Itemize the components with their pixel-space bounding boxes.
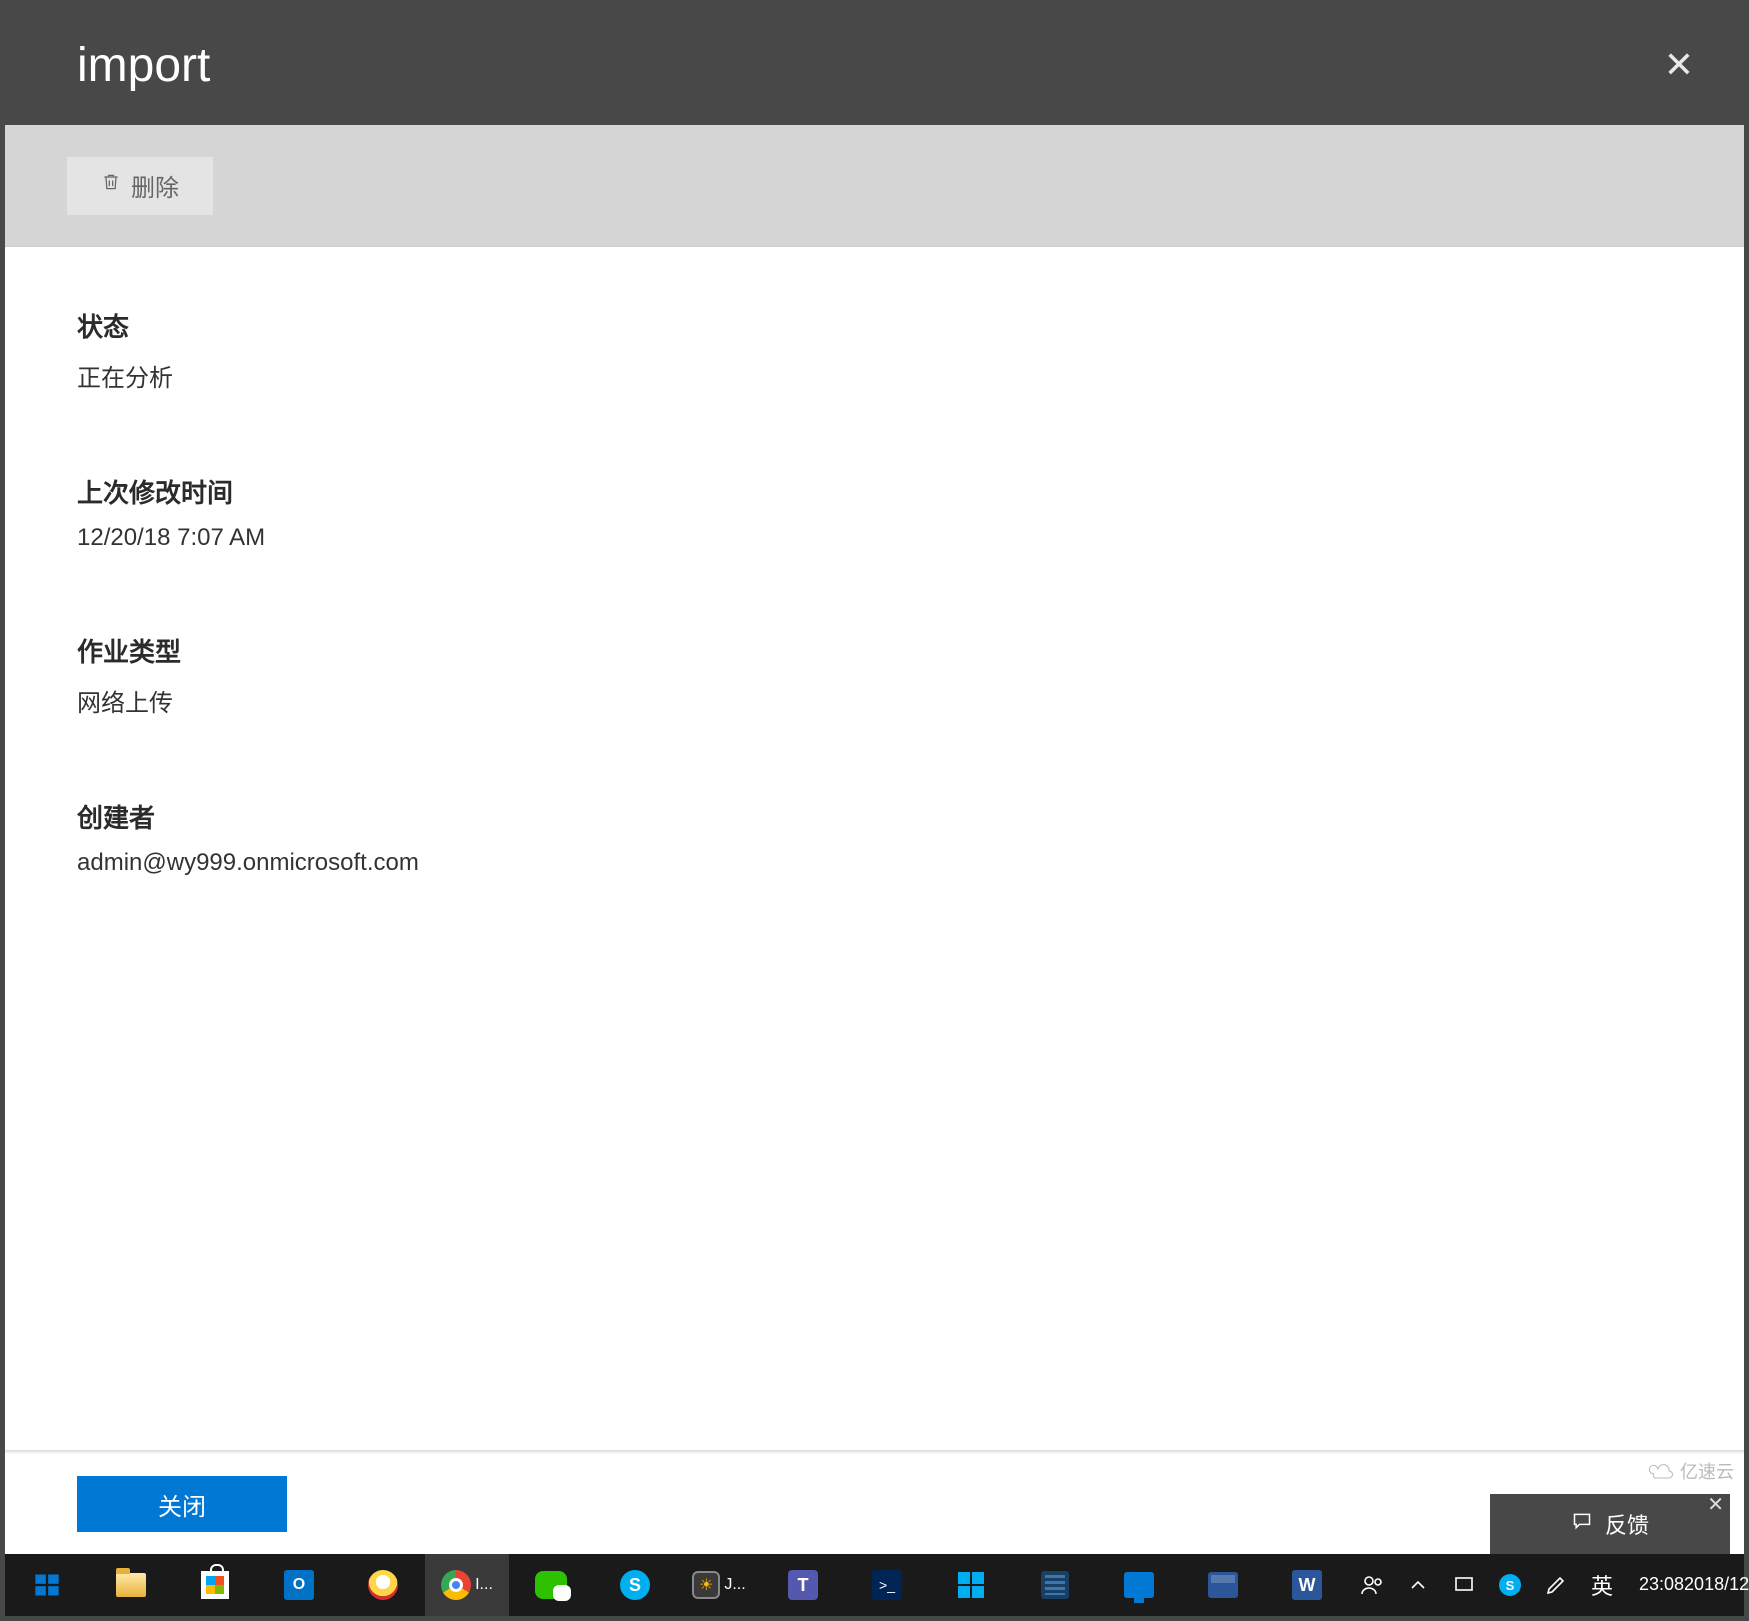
chat-icon — [1571, 1511, 1593, 1537]
field-status-value: 正在分析 — [77, 358, 1672, 393]
teams-icon: T — [788, 1570, 818, 1600]
field-jobtype-value: 网络上传 — [77, 683, 1672, 718]
trash-icon — [101, 170, 121, 201]
taskbar-app-settings[interactable] — [929, 1554, 1013, 1616]
taskbar-app-hyperv[interactable] — [1181, 1554, 1265, 1616]
taskbar-app-teams[interactable]: T — [761, 1554, 845, 1616]
people-icon[interactable] — [1349, 1554, 1395, 1616]
watermark: 亿速云 — [1648, 1458, 1734, 1484]
field-jobtype: 作业类型 网络上传 — [77, 632, 1672, 718]
taskbar-app-wechat[interactable] — [509, 1554, 593, 1616]
field-status: 状态 正在分析 — [77, 307, 1672, 393]
field-jobtype-label: 作业类型 — [77, 632, 1672, 669]
tray-overflow-icon[interactable] — [1395, 1554, 1441, 1616]
field-modified-value: 12/20/18 7:07 AM — [77, 524, 1672, 552]
taskbar-app-potplayer[interactable] — [341, 1554, 425, 1616]
taskbar-app-chrome[interactable]: I... — [425, 1554, 509, 1616]
server-icon — [1041, 1571, 1069, 1599]
outlook-icon: O — [284, 1570, 314, 1600]
close-icon[interactable]: ✕ — [1654, 34, 1704, 96]
close-button[interactable]: 关闭 — [77, 1476, 287, 1532]
word-icon: W — [1292, 1570, 1322, 1600]
clock-time: 23:08 — [1639, 1575, 1684, 1595]
chrome-icon — [441, 1570, 471, 1600]
wechat-icon — [535, 1571, 567, 1599]
field-status-label: 状态 — [77, 307, 1672, 344]
panel-header: import ✕ — [5, 5, 1744, 125]
taskbar-app-explorer[interactable] — [89, 1554, 173, 1616]
taskbar-chrome-label: I... — [475, 1576, 493, 1594]
store-icon — [201, 1571, 229, 1599]
folder-icon — [116, 1573, 146, 1597]
jabber-icon: ☀ — [692, 1571, 720, 1599]
skype-icon: S — [620, 1570, 650, 1600]
panel-title: import — [77, 38, 210, 93]
start-button[interactable] — [5, 1554, 89, 1616]
taskbar-app-powershell[interactable]: >_ — [845, 1554, 929, 1616]
windows-settings-icon — [958, 1572, 984, 1598]
delete-button[interactable]: 删除 — [67, 157, 213, 215]
window-frame: import ✕ 删除 状态 正在分析 上次修改时间 12/20/18 7:07… — [0, 0, 1749, 1621]
feedback-button[interactable]: ✕ 反馈 — [1490, 1494, 1730, 1554]
feedback-label: 反馈 — [1605, 1508, 1649, 1540]
taskbar-app-rdp[interactable] — [1097, 1554, 1181, 1616]
powershell-icon: >_ — [872, 1570, 902, 1600]
panel-footer: 关闭 亿速云 ✕ 反馈 — [5, 1454, 1744, 1554]
field-creator-value: admin@wy999.onmicrosoft.com — [77, 849, 1672, 877]
tray-skype-icon[interactable]: S — [1487, 1554, 1533, 1616]
taskbar-clock[interactable]: 23:08 2018/12/20 — [1625, 1554, 1749, 1616]
taskbar-app-store[interactable] — [173, 1554, 257, 1616]
system-tray: S 英 23:08 2018/12/20 — [1349, 1554, 1749, 1616]
field-creator: 创建者 admin@wy999.onmicrosoft.com — [77, 798, 1672, 877]
field-modified: 上次修改时间 12/20/18 7:07 AM — [77, 473, 1672, 552]
ime-indicator[interactable]: 英 — [1579, 1554, 1625, 1616]
field-creator-label: 创建者 — [77, 798, 1672, 835]
taskbar-app-skype[interactable]: S — [593, 1554, 677, 1616]
taskbar: O I... S ☀J... T >_ W S 英 23:08 2018/12/… — [5, 1554, 1744, 1616]
taskbar-app-servermanager[interactable] — [1013, 1554, 1097, 1616]
potplayer-icon — [368, 1570, 398, 1600]
tray-ink-icon[interactable] — [1533, 1554, 1579, 1616]
taskbar-app-outlook[interactable]: O — [257, 1554, 341, 1616]
tray-monitor-icon[interactable] — [1441, 1554, 1487, 1616]
clock-date: 2018/12/20 — [1684, 1575, 1749, 1595]
feedback-close-icon[interactable]: ✕ — [1707, 1492, 1724, 1517]
command-bar: 删除 — [5, 125, 1744, 247]
taskbar-app-word[interactable]: W — [1265, 1554, 1349, 1616]
detail-content: 状态 正在分析 上次修改时间 12/20/18 7:07 AM 作业类型 网络上… — [5, 247, 1744, 1450]
field-modified-label: 上次修改时间 — [77, 473, 1672, 510]
watermark-text: 亿速云 — [1680, 1458, 1734, 1484]
rdp-icon — [1124, 1572, 1154, 1598]
taskbar-jabber-label: J... — [724, 1576, 745, 1594]
hyper-v-icon — [1208, 1572, 1238, 1598]
delete-button-label: 删除 — [131, 168, 179, 203]
taskbar-app-jabber[interactable]: ☀J... — [677, 1554, 761, 1616]
